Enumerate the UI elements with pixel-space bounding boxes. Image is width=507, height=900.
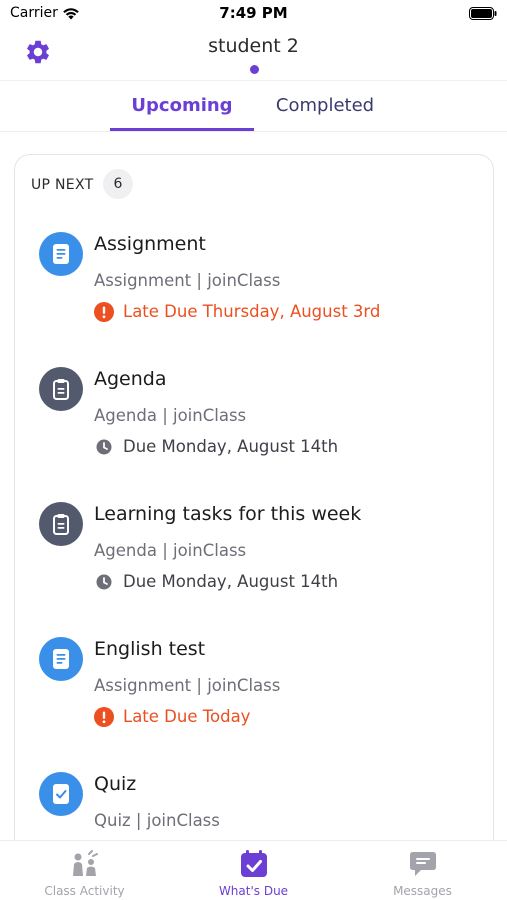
nav-whats-due[interactable]: What's Due xyxy=(169,841,338,900)
document-icon xyxy=(39,637,83,681)
clipboard-icon xyxy=(39,367,83,411)
up-next-card: UP NEXT 6 Assignment Assignment | joinCl… xyxy=(14,154,494,900)
tab-upcoming[interactable]: Upcoming xyxy=(110,95,254,116)
item-subtitle: Agenda | joinClass xyxy=(94,406,247,425)
alert-icon xyxy=(94,302,114,322)
status-time: 7:49 PM xyxy=(219,4,288,22)
item-subtitle: Assignment | joinClass xyxy=(94,676,281,695)
item-title: Assignment xyxy=(94,233,206,255)
item-due-date: Late Due Today xyxy=(123,707,251,726)
clock-icon xyxy=(96,439,112,455)
chat-bubble-icon xyxy=(410,852,436,876)
calendar-check-icon xyxy=(241,850,267,877)
nav-label: Messages xyxy=(393,884,452,898)
class-activity-icon xyxy=(73,850,98,876)
document-icon xyxy=(39,232,83,276)
clipboard-icon xyxy=(39,502,83,546)
nav-messages[interactable]: Messages xyxy=(338,841,507,900)
due-item-agenda[interactable]: Agenda Agenda | joinClass Due Monday, Au… xyxy=(39,367,479,487)
student-name-title[interactable]: student 2 xyxy=(0,35,507,57)
item-title: Learning tasks for this week xyxy=(94,503,362,525)
item-subtitle: Quiz | joinClass xyxy=(94,811,220,830)
alert-icon xyxy=(94,707,114,727)
nav-class-activity[interactable]: Class Activity xyxy=(0,841,169,900)
section-count-badge: 6 xyxy=(103,169,133,199)
item-title: English test xyxy=(94,638,206,660)
student-indicator-dot xyxy=(250,65,259,74)
due-item-assignment[interactable]: Assignment Assignment | joinClass Late D… xyxy=(39,232,479,352)
section-label: UP NEXT xyxy=(31,177,94,193)
item-subtitle: Agenda | joinClass xyxy=(94,541,247,560)
bottom-nav: Class Activity What's Due Messages xyxy=(0,840,507,900)
nav-label: What's Due xyxy=(218,884,289,898)
item-due-date: Due Monday, August 14th xyxy=(123,572,339,591)
item-subtitle: Assignment | joinClass xyxy=(94,271,281,290)
active-tab-indicator xyxy=(110,128,254,131)
nav-label: Class Activity xyxy=(44,884,125,898)
due-item-english-test[interactable]: English test Assignment | joinClass Late… xyxy=(39,637,479,757)
item-due-date: Due Monday, August 14th xyxy=(123,437,339,456)
tab-completed[interactable]: Completed xyxy=(262,95,388,116)
app-header: student 2 xyxy=(0,30,507,80)
battery-icon xyxy=(469,7,497,20)
clock-icon xyxy=(96,574,112,590)
tab-bar: Upcoming Completed xyxy=(0,80,507,132)
item-due-date: Late Due Thursday, August 3rd xyxy=(123,302,381,321)
due-item-learning-tasks[interactable]: Learning tasks for this week Agenda | jo… xyxy=(39,502,479,622)
item-title: Agenda xyxy=(94,368,167,390)
quiz-check-icon xyxy=(39,772,83,816)
item-title: Quiz xyxy=(94,773,137,795)
status-bar: Carrier 7:49 PM xyxy=(0,0,507,30)
